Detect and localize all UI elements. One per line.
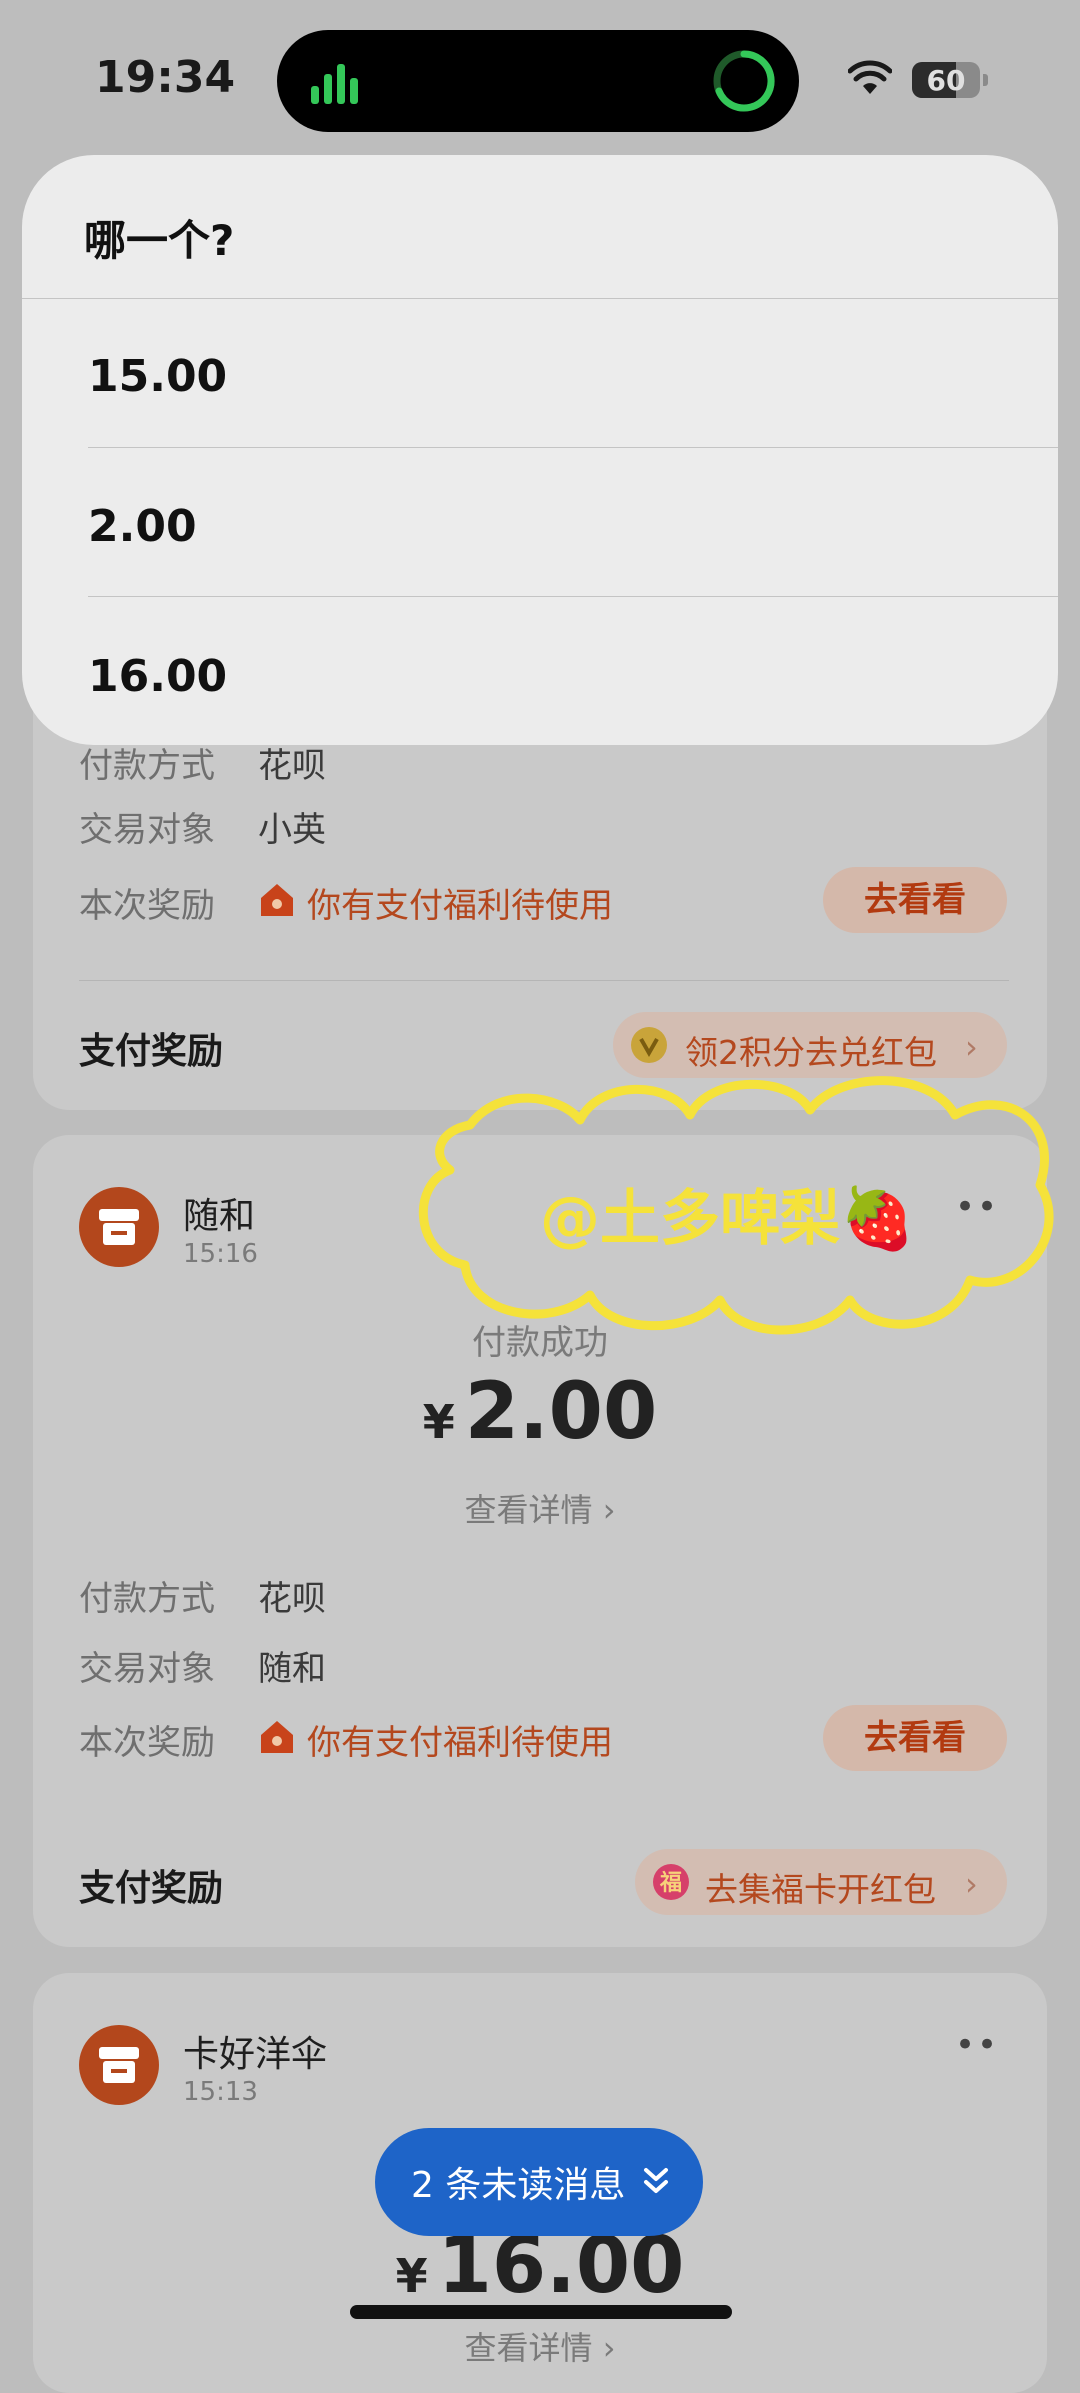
battery-icon: 60 — [912, 62, 988, 98]
view-reward-button[interactable]: 去看看 — [823, 867, 1007, 933]
chevron-right-icon: › — [965, 1028, 978, 1066]
dynamic-island — [277, 30, 799, 132]
merchant-avatar — [79, 2025, 159, 2105]
battery-level: 60 — [926, 64, 966, 97]
counterparty-value: 随和 — [258, 1649, 326, 1689]
fortune-card-icon: 福 — [653, 1864, 689, 1900]
payment-method-label: 付款方式 — [79, 746, 215, 786]
payment-amount: ¥2.00 — [33, 1367, 1047, 1457]
payment-method-value: 花呗 — [258, 746, 326, 786]
fortune-card-promo-chip[interactable]: 福 去集福卡开红包 › — [635, 1849, 1007, 1915]
divider — [88, 447, 1058, 448]
view-details-link[interactable]: 查看详情 › — [33, 1485, 1047, 1531]
signal-bars-icon — [311, 64, 358, 104]
red-packet-icon — [261, 1721, 293, 1753]
transaction-time: 15:16 — [183, 1239, 258, 1269]
view-details-link[interactable]: 查看详情 › — [33, 2323, 1047, 2369]
divider — [88, 596, 1058, 597]
counterparty-value: 小英 — [258, 810, 326, 850]
more-options-icon[interactable]: •• — [955, 2025, 999, 2065]
merchant-avatar — [79, 1187, 159, 1267]
counterparty-label: 交易对象 — [79, 1649, 215, 1689]
currency-symbol: ¥ — [395, 2249, 428, 2303]
transaction-time: 15:13 — [183, 2077, 258, 2107]
payment-reward-title: 支付奖励 — [79, 1868, 224, 1909]
view-details-text: 查看详情 — [464, 2329, 593, 2367]
watermark-text: @土多啤梨🍓 — [540, 1184, 915, 1254]
unread-messages-text: 2 条未读消息 — [411, 2165, 626, 2206]
counterparty-label: 交易对象 — [79, 810, 215, 850]
amount-picker-sheet: 哪一个? 15.00 2.00 16.00 — [22, 155, 1058, 745]
payment-method-label: 付款方式 — [79, 1579, 215, 1619]
merchant-name: 随和 — [183, 1196, 256, 1237]
status-bar: 19:34 60 — [0, 0, 1080, 150]
activity-ring-icon — [713, 50, 775, 112]
store-icon — [99, 2047, 139, 2083]
view-details-text: 查看详情 — [464, 1491, 593, 1529]
reward-text[interactable]: 你有支付福利待使用 — [307, 878, 613, 927]
view-reward-button[interactable]: 去看看 — [823, 1705, 1007, 1771]
double-chevron-down-icon — [644, 2168, 668, 2193]
divider — [22, 298, 1058, 299]
store-icon — [99, 1209, 139, 1245]
payment-reward-title: 支付奖励 — [79, 1031, 224, 1072]
option-16[interactable]: 16.00 — [88, 651, 227, 702]
divider — [79, 980, 1009, 981]
red-packet-icon — [261, 884, 293, 916]
unread-messages-button[interactable]: 2 条未读消息 — [375, 2128, 703, 2236]
points-coin-icon — [631, 1027, 667, 1063]
sheet-title: 哪一个? — [84, 216, 235, 265]
currency-symbol: ¥ — [422, 1395, 455, 1449]
merchant-name: 卡好洋伞 — [183, 2034, 328, 2075]
fortune-card-promo-text: 去集福卡开红包 — [705, 1870, 936, 1909]
chevron-right-icon: › — [965, 1865, 978, 1903]
svg-text:福: 福 — [659, 1871, 682, 1896]
reward-label: 本次奖励 — [79, 1723, 215, 1763]
wifi-icon — [848, 60, 892, 94]
home-indicator[interactable] — [350, 2305, 732, 2319]
reward-text[interactable]: 你有支付福利待使用 — [307, 1715, 613, 1764]
option-2[interactable]: 2.00 — [88, 501, 197, 552]
status-time: 19:34 — [95, 52, 236, 103]
option-15[interactable]: 15.00 — [88, 351, 227, 402]
reward-label: 本次奖励 — [79, 886, 215, 926]
payment-method-value: 花呗 — [258, 1579, 326, 1619]
amount-value: 2.00 — [464, 1367, 658, 1457]
